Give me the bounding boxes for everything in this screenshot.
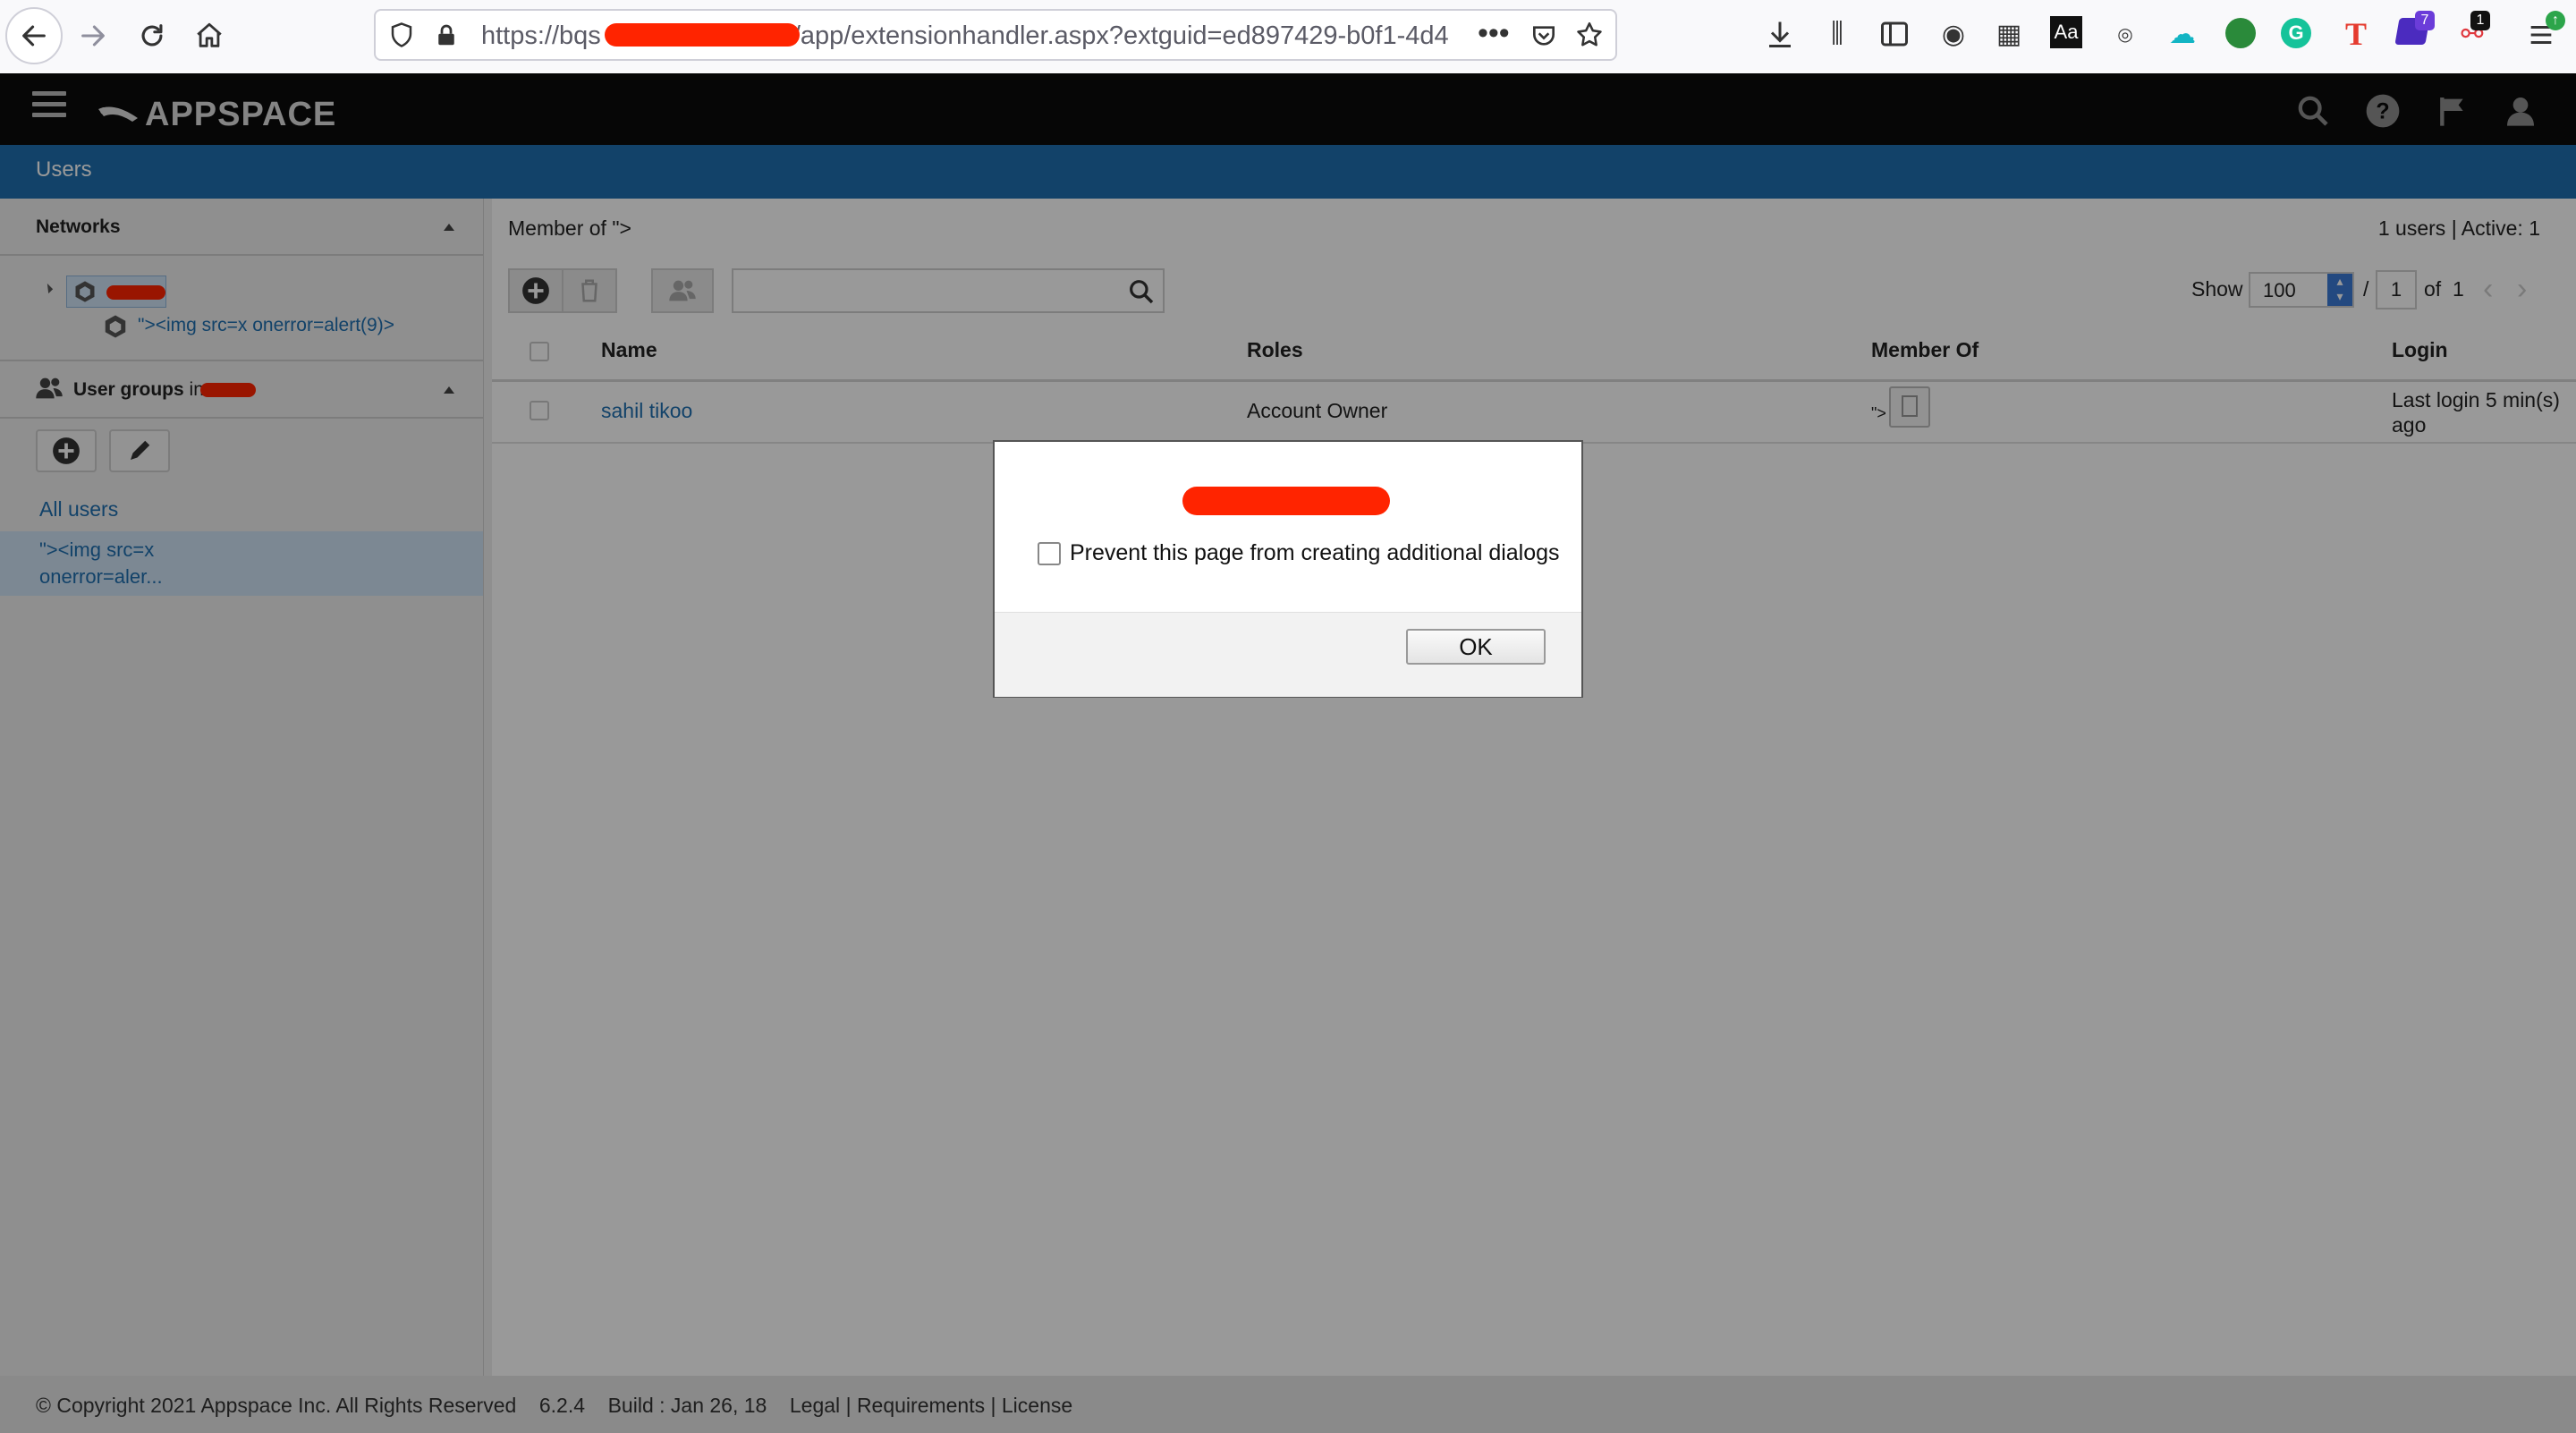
library-icon[interactable]: ⫼ xyxy=(1819,16,1855,52)
wiki-extension-icon[interactable]: ◎ xyxy=(2107,16,2143,52)
dictionary-extension-icon[interactable]: Aa xyxy=(2050,16,2082,48)
t-extension-icon[interactable]: T xyxy=(2338,16,2374,52)
shield-icon xyxy=(391,22,412,47)
dialog-footer: OK xyxy=(995,612,1581,697)
pocket-icon[interactable] xyxy=(1530,21,1558,50)
url-suffix: /app/extensionhandler.aspx?extguid=ed897… xyxy=(792,21,1449,50)
star-icon[interactable] xyxy=(1574,20,1605,50)
extension-badge-1: 1 xyxy=(2470,11,2490,30)
grammarly-icon[interactable]: G xyxy=(2281,18,2311,48)
back-button[interactable] xyxy=(5,7,63,64)
forward-button[interactable] xyxy=(64,7,122,64)
cloud-extension-icon[interactable]: ☁ xyxy=(2165,16,2200,52)
extension-badge-7: 7 xyxy=(2415,11,2435,30)
green-extension-icon[interactable] xyxy=(2225,18,2256,48)
dialog-message-redaction xyxy=(1182,487,1390,515)
extension-calendar-icon[interactable]: ▦ xyxy=(1991,16,2027,52)
url-bar[interactable]: https://bqs/app/extensionhandler.aspx?ex… xyxy=(374,9,1617,61)
browser-toolbar: https://bqs/app/extensionhandler.aspx?ex… xyxy=(0,0,2576,74)
alert-dialog: Prevent this page from creating addition… xyxy=(993,440,1583,698)
home-button[interactable] xyxy=(181,7,238,64)
download-icon[interactable] xyxy=(1764,18,1796,50)
url-prefix: https://bqs xyxy=(481,21,601,50)
url-redaction xyxy=(605,23,800,47)
more-icon[interactable]: ••• xyxy=(1478,16,1510,51)
reload-icon xyxy=(141,24,163,47)
lock-icon xyxy=(438,24,454,46)
modal-overlay xyxy=(0,73,2576,1433)
account-icon[interactable]: ◉ xyxy=(1936,16,1971,52)
arrow-right-icon xyxy=(81,25,105,47)
prevent-dialogs-label[interactable]: Prevent this page from creating addition… xyxy=(1070,540,1560,566)
arrow-left-icon xyxy=(22,25,46,47)
sidebar-icon[interactable] xyxy=(1878,18,1911,50)
reload-button[interactable] xyxy=(123,7,181,64)
update-available-icon[interactable]: ↑ xyxy=(2546,11,2565,30)
prevent-dialogs-checkbox[interactable] xyxy=(1038,542,1061,565)
home-icon xyxy=(197,22,222,47)
ok-button[interactable]: OK xyxy=(1406,629,1546,665)
